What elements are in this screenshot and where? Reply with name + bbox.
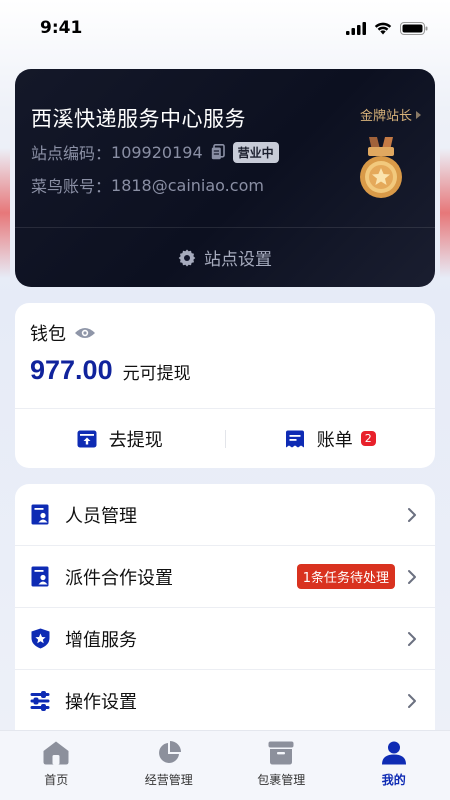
chevron-right-icon [408, 631, 416, 646]
station-code-row: 站点编码： 109920194 营业中 [31, 140, 279, 164]
pie-chart-icon [158, 741, 181, 763]
delivery-icon [30, 566, 50, 588]
side-accent-left [0, 148, 10, 278]
bill-count-badge: 2 [360, 431, 376, 446]
wallet-title-row: 钱包 [30, 320, 96, 346]
package-icon [268, 741, 294, 765]
station-card: 西溪快递服务中心服务 金牌站长 站点编码： 109920194 营业中 菜鸟账号… [15, 69, 435, 287]
account-label: 菜鸟账号： [31, 177, 112, 196]
account-row: 菜鸟账号： 1818@cainiao.com [31, 173, 264, 197]
menu-card: 人员管理 派件合作设置 1条任务待处理 增值服务 操作设置 [15, 484, 435, 744]
wallet-amount-row: 977.00 元可提现 [30, 355, 191, 386]
status-icons [346, 21, 428, 35]
bottom-tab-bar: 首页 经营管理 包裹管理 我的 [0, 730, 450, 800]
menu-item-label: 人员管理 [65, 505, 137, 527]
battery-icon [400, 21, 428, 35]
home-icon [43, 741, 69, 765]
wallet-title: 钱包 [30, 324, 66, 345]
gold-tag[interactable]: 金牌站长 [360, 105, 421, 124]
menu-item-label: 操作设置 [65, 692, 137, 713]
status-time: 9:41 [40, 18, 83, 38]
eye-icon[interactable] [74, 326, 96, 340]
tab-package-management[interactable]: 包裹管理 [225, 731, 338, 800]
bill-label: 账单 [316, 429, 353, 451]
wifi-icon [374, 22, 392, 34]
station-code-value: 109920194 [111, 142, 203, 162]
withdraw-button[interactable]: 去提现 [15, 426, 225, 452]
withdraw-label: 去提现 [108, 429, 163, 451]
chevron-right-icon [408, 694, 416, 708]
sliders-icon [30, 690, 50, 712]
menu-item-staff-management[interactable]: 人员管理 [15, 484, 435, 546]
tab-business-management[interactable]: 经营管理 [113, 731, 226, 800]
station-name: 西溪快递服务中心服务 [31, 107, 246, 131]
wallet-card: 钱包 977.00 元可提现 去提现 账单 2 [15, 303, 435, 468]
tab-label: 我的 [381, 773, 406, 787]
user-icon [381, 741, 406, 765]
tab-mine[interactable]: 我的 [338, 731, 450, 800]
shield-star-icon [30, 628, 50, 650]
status-badge: 营业中 [232, 141, 279, 163]
menu-item-value-added-services[interactable]: 增值服务 [15, 608, 435, 670]
chevron-right-icon [408, 507, 416, 522]
tab-label: 首页 [44, 773, 69, 787]
menu-item-delivery-cooperation[interactable]: 派件合作设置 1条任务待处理 [15, 546, 435, 608]
bill-button[interactable]: 账单 2 [226, 426, 436, 452]
wallet-amount: 977.00 [30, 355, 113, 385]
bill-icon [285, 430, 304, 447]
account-value: 1818@cainiao.com [111, 175, 264, 195]
station-settings-button[interactable]: 站点设置 [15, 245, 435, 270]
tab-label: 经营管理 [144, 773, 193, 787]
status-bar: 9:41 [0, 0, 450, 56]
copy-icon[interactable] [211, 144, 225, 160]
station-settings-label: 站点设置 [204, 250, 272, 270]
wallet-amount-label: 元可提现 [122, 364, 191, 384]
signal-icon [346, 21, 366, 35]
side-accent-right [440, 148, 450, 278]
gold-tag-label: 金牌站长 [359, 109, 412, 124]
menu-item-operation-settings[interactable]: 操作设置 [15, 670, 435, 732]
wallet-actions: 去提现 账单 2 [15, 409, 435, 468]
menu-item-label: 增值服务 [65, 629, 137, 651]
withdraw-icon [77, 430, 97, 447]
staff-icon [30, 504, 50, 526]
medal-icon [360, 137, 402, 198]
chevron-right-icon [416, 110, 421, 119]
menu-item-label: 派件合作设置 [65, 567, 173, 589]
card-divider [15, 227, 435, 228]
pending-task-badge: 1条任务待处理 [296, 564, 395, 589]
tab-home[interactable]: 首页 [0, 731, 113, 800]
station-code-label: 站点编码： [31, 144, 112, 163]
chevron-right-icon [408, 569, 416, 584]
tab-label: 包裹管理 [257, 773, 306, 787]
gear-icon [178, 249, 196, 266]
